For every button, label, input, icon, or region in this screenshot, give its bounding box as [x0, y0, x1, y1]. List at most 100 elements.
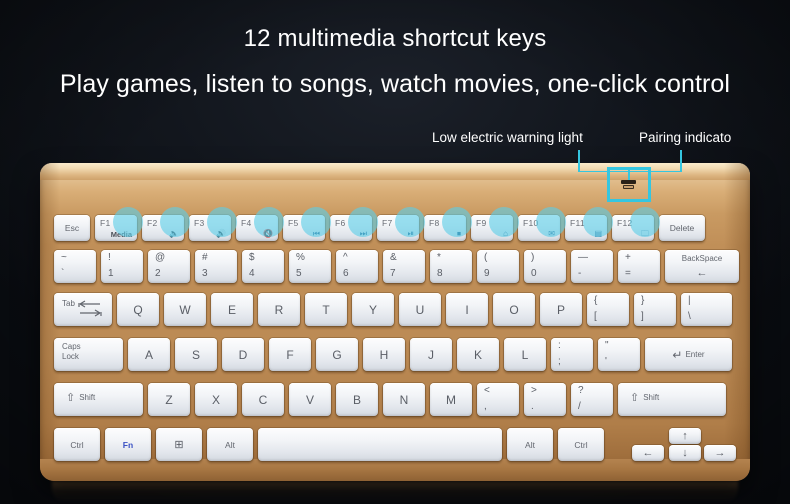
- key-f1[interactable]: F1 Media: [95, 215, 137, 241]
- key-arrow-right[interactable]: →: [704, 445, 736, 461]
- key-w[interactable]: W: [164, 293, 206, 326]
- key-f[interactable]: F: [269, 338, 311, 371]
- key-n[interactable]: N: [383, 383, 425, 416]
- key-arrow-up[interactable]: ↑: [669, 428, 701, 444]
- key-y[interactable]: Y: [352, 293, 394, 326]
- key-f8[interactable]: F8 ⏹: [424, 215, 466, 241]
- key-shift[interactable]: ⇧ Shift: [618, 383, 726, 416]
- key-z[interactable]: Z: [148, 383, 190, 416]
- key-a[interactable]: A: [128, 338, 170, 371]
- key-legend: E: [227, 302, 236, 317]
- headline-secondary: Play games, listen to songs, watch movie…: [59, 70, 731, 99]
- key-[interactable]: ? /: [571, 383, 613, 416]
- key-[interactable]: <,: [477, 383, 519, 416]
- key-legend: K: [473, 347, 482, 362]
- dual-legend: }]: [634, 293, 676, 326]
- key-g[interactable]: G: [316, 338, 358, 371]
- key-f12[interactable]: F12 🗀: [612, 215, 654, 241]
- key-legend: Z: [165, 392, 173, 407]
- key-[interactable]: | \: [681, 293, 732, 326]
- key-h[interactable]: H: [363, 338, 405, 371]
- key-ctrl[interactable]: Ctrl: [558, 428, 604, 461]
- key-7[interactable]: & 7: [383, 250, 425, 283]
- key-tab[interactable]: Tab: [54, 293, 112, 326]
- key-f3[interactable]: F3 🔊: [189, 215, 231, 241]
- media-label: Media: [110, 229, 132, 239]
- key-shift[interactable]: ⇧ Shift: [54, 383, 143, 416]
- key-u[interactable]: U: [399, 293, 441, 326]
- key-esc[interactable]: Esc: [54, 215, 90, 241]
- key-fn[interactable]: Fn: [105, 428, 151, 461]
- key-alt[interactable]: Alt: [207, 428, 253, 461]
- key-v[interactable]: V: [289, 383, 331, 416]
- key-space[interactable]: [258, 428, 502, 461]
- key-j[interactable]: J: [410, 338, 452, 371]
- key-arrow-left[interactable]: ←: [632, 445, 664, 461]
- media-icon: ⌂: [503, 229, 508, 238]
- key-f10[interactable]: F10 ✉: [518, 215, 560, 241]
- key-f4[interactable]: F4 🔇: [236, 215, 278, 241]
- key-1[interactable]: ! 1: [101, 250, 143, 283]
- legend-lower: `: [61, 268, 65, 279]
- legend-upper: —: [578, 252, 588, 263]
- key-ctrl[interactable]: Ctrl: [54, 428, 100, 461]
- key-[interactable]: + =: [618, 250, 660, 283]
- key-5[interactable]: % 5: [289, 250, 331, 283]
- key-backspace[interactable]: BackSpace ←: [665, 250, 739, 283]
- key-f11[interactable]: F11 ▤: [565, 215, 607, 241]
- media-icon: 🔈: [169, 229, 179, 238]
- key-f7[interactable]: F7 ⏯: [377, 215, 419, 241]
- key-delete[interactable]: Delete: [659, 215, 705, 241]
- key-0[interactable]: ) 0: [524, 250, 566, 283]
- key-e[interactable]: E: [211, 293, 253, 326]
- key-p[interactable]: P: [540, 293, 582, 326]
- legend-lower: 1: [108, 268, 114, 279]
- key-k[interactable]: K: [457, 338, 499, 371]
- key-f9[interactable]: F9 ⌂: [471, 215, 513, 241]
- key-[interactable]: :;: [551, 338, 593, 371]
- shift-content: ⇧ Shift: [630, 391, 659, 404]
- key-d[interactable]: D: [222, 338, 264, 371]
- key-f6[interactable]: F6 ⏭: [330, 215, 372, 241]
- key-c[interactable]: C: [242, 383, 284, 416]
- key-b[interactable]: B: [336, 383, 378, 416]
- key-[interactable]: {[: [587, 293, 629, 326]
- key-9[interactable]: (9: [477, 250, 519, 283]
- legend-lower: 9: [484, 268, 490, 279]
- key-2[interactable]: @2: [148, 250, 190, 283]
- key-[interactable]: ~ `: [54, 250, 96, 283]
- key-arrow-down[interactable]: ↓: [669, 445, 701, 461]
- key-q[interactable]: Q: [117, 293, 159, 326]
- key-[interactable]: " ': [598, 338, 640, 371]
- key-enter[interactable]: ↵ Enter: [645, 338, 732, 371]
- key-legend: Ctrl: [70, 439, 84, 450]
- key-4[interactable]: $4: [242, 250, 284, 283]
- key-windows[interactable]: ⊞: [156, 428, 202, 461]
- key-3[interactable]: #3: [195, 250, 237, 283]
- key-m[interactable]: M: [430, 383, 472, 416]
- key-[interactable]: — -: [571, 250, 613, 283]
- legend-upper: &: [390, 252, 397, 263]
- key-f2[interactable]: F2 🔈: [142, 215, 184, 241]
- legend-lower: \: [688, 311, 691, 322]
- dual-legend: & 7: [383, 250, 425, 283]
- key-t[interactable]: T: [305, 293, 347, 326]
- key-i[interactable]: I: [446, 293, 488, 326]
- key-legend: O: [509, 302, 519, 317]
- legend-lower: ]: [641, 311, 644, 322]
- key-6[interactable]: ^ 6: [336, 250, 378, 283]
- key-s[interactable]: S: [175, 338, 217, 371]
- key-l[interactable]: L: [504, 338, 546, 371]
- media-icon: ⏭: [359, 229, 367, 238]
- key-x[interactable]: X: [195, 383, 237, 416]
- media-icon: ⏹: [457, 229, 461, 238]
- key-[interactable]: >.: [524, 383, 566, 416]
- key-o[interactable]: O: [493, 293, 535, 326]
- key-8[interactable]: * 8: [430, 250, 472, 283]
- key-r[interactable]: R: [258, 293, 300, 326]
- key-alt[interactable]: Alt: [507, 428, 553, 461]
- key-caps-lock[interactable]: Caps Lock: [54, 338, 123, 371]
- key-f5[interactable]: F5 ⏮: [283, 215, 325, 241]
- key-[interactable]: }]: [634, 293, 676, 326]
- fkey-label: F7: [382, 218, 393, 228]
